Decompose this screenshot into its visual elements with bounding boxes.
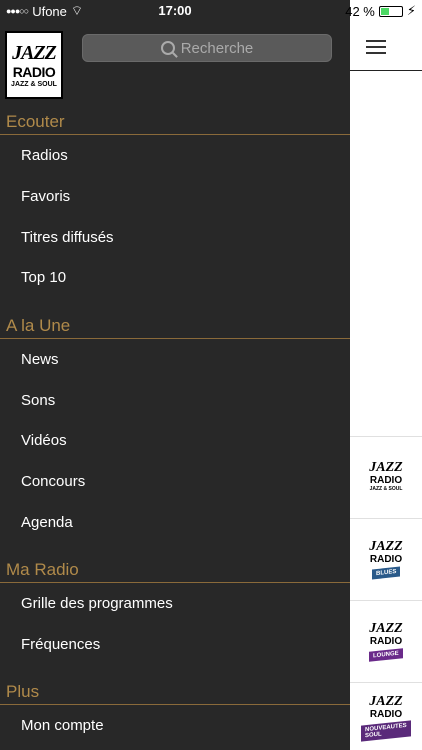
station-blues[interactable]: JAZZ RADIO BLUES xyxy=(350,518,422,598)
menu-item-top-10[interactable]: Top 10 xyxy=(21,269,66,286)
station-ribbon: BLUES xyxy=(371,566,401,579)
menu-item-grille-des-programmes[interactable]: Grille des programmes xyxy=(21,595,173,612)
logo-text-jazz: JAZZ xyxy=(12,41,57,64)
menu-item-sons[interactable]: Sons xyxy=(21,392,55,409)
search-icon xyxy=(160,41,175,55)
station-logo-text: RADIO xyxy=(369,635,403,647)
charging-icon: ⚡ xyxy=(406,3,416,18)
logo-text-radio: RADIO xyxy=(12,63,56,80)
section-divider xyxy=(0,582,350,583)
station-logo-text: RADIO xyxy=(369,708,403,720)
menu-item-news[interactable]: News xyxy=(21,351,59,368)
station-ribbon: LOUNGE xyxy=(369,647,403,662)
battery-icon xyxy=(378,5,403,17)
menu-item-agenda[interactable]: Agenda xyxy=(21,514,73,531)
clock: 17:00 xyxy=(158,3,192,18)
station-logo-tagline: JAZZ & SOUL xyxy=(369,486,403,492)
side-menu: JAZZ RADIO JAZZ & SOUL Recherche Ecouter… xyxy=(0,0,350,750)
station-logo-text: JAZZ xyxy=(369,693,403,709)
hamburger-menu-icon[interactable] xyxy=(366,40,386,54)
station-jazz-soul[interactable]: JAZZ RADIO JAZZ & SOUL xyxy=(350,436,422,516)
menu-item-titres-diffuses[interactable]: Titres diffusés xyxy=(21,229,114,246)
station-logo: JAZZ RADIO NOUVEAUTES SOUL xyxy=(361,689,411,745)
menu-item-mon-compte[interactable]: Mon compte xyxy=(21,717,104,734)
menu-item-frequences[interactable]: Fréquences xyxy=(21,636,100,653)
section-title-ecouter: Ecouter xyxy=(6,112,65,131)
battery-status: 42 % ⚡ xyxy=(345,3,416,19)
menu-item-radios[interactable]: Radios xyxy=(21,147,68,164)
status-bar: ●●●○○ Ufone ⌔ 17:00 42 % ⚡ xyxy=(0,0,422,22)
station-lounge[interactable]: JAZZ RADIO LOUNGE xyxy=(350,600,422,680)
battery-percent: 42 % xyxy=(345,3,375,19)
section-divider xyxy=(0,338,350,339)
logo-text-tagline: JAZZ & SOUL xyxy=(11,80,57,88)
section-title-a-la-une: A la Une xyxy=(6,316,71,335)
station-logo: JAZZ RADIO LOUNGE xyxy=(363,613,409,669)
menu-header: JAZZ RADIO JAZZ & SOUL Recherche xyxy=(0,28,350,102)
menu-item-favoris[interactable]: Favoris xyxy=(21,188,70,205)
search-input[interactable]: Recherche xyxy=(82,34,332,62)
section-title-plus: Plus xyxy=(6,682,40,701)
station-ribbon: NOUVEAUTES SOUL xyxy=(361,719,411,742)
station-nouveautes-soul[interactable]: JAZZ RADIO NOUVEAUTES SOUL xyxy=(350,682,422,750)
jazz-radio-logo[interactable]: JAZZ RADIO JAZZ & SOUL xyxy=(5,31,63,99)
panel-divider xyxy=(350,70,422,71)
station-logo: JAZZ RADIO JAZZ & SOUL xyxy=(363,449,409,505)
menu-item-videos[interactable]: Vidéos xyxy=(21,432,67,449)
station-logo: JAZZ RADIO BLUES xyxy=(363,531,409,587)
station-logo-text: JAZZ xyxy=(369,620,403,636)
section-divider xyxy=(0,704,350,705)
station-logo-text: RADIO xyxy=(369,553,403,565)
menu-item-concours[interactable]: Concours xyxy=(21,473,85,490)
station-logo-text: JAZZ xyxy=(369,538,403,554)
search-placeholder: Recherche xyxy=(180,39,254,57)
station-logo-text: RADIO xyxy=(369,475,403,486)
section-divider xyxy=(0,134,350,135)
station-logo-text: JAZZ xyxy=(369,460,403,475)
content-panel: JAZZ RADIO JAZZ & SOUL JAZZ RADIO BLUES … xyxy=(350,0,422,750)
section-title-ma-radio: Ma Radio xyxy=(6,560,79,579)
